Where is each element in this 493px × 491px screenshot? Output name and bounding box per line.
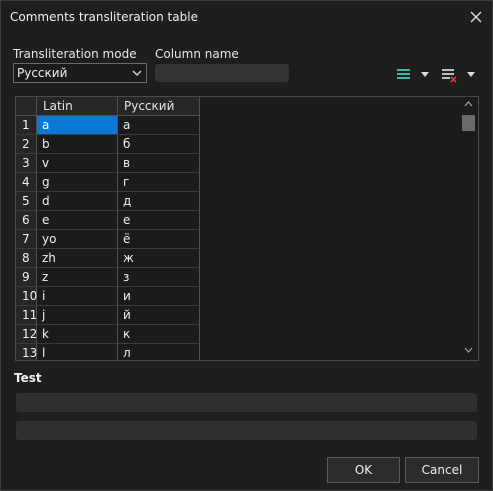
row-number[interactable]: 9 bbox=[16, 268, 37, 287]
scroll-down-icon[interactable] bbox=[464, 347, 473, 353]
column-name-label: Column name bbox=[155, 47, 239, 61]
row-number[interactable]: 6 bbox=[16, 211, 37, 230]
column-header-latin[interactable]: Latin bbox=[37, 97, 118, 116]
cell-latin[interactable]: j bbox=[37, 306, 118, 325]
cancel-button[interactable]: Cancel bbox=[405, 457, 479, 483]
table-corner bbox=[16, 97, 37, 116]
column-name-input[interactable] bbox=[155, 64, 289, 82]
cell-latin[interactable]: d bbox=[37, 192, 118, 211]
chevron-down-icon bbox=[132, 70, 142, 76]
cell-russian[interactable]: а bbox=[118, 116, 200, 135]
ok-button[interactable]: OK bbox=[327, 457, 400, 483]
row-number[interactable]: 8 bbox=[16, 249, 37, 268]
row-number[interactable]: 10 bbox=[16, 287, 37, 306]
row-number[interactable]: 5 bbox=[16, 192, 37, 211]
row-number[interactable]: 4 bbox=[16, 173, 37, 192]
row-number[interactable]: 13 bbox=[16, 344, 37, 360]
transliteration-table: Latin Русский 1 a а 2 b б 3 v в 4 g г 5 d д 6 e е 7 yo ё 8 zh ж… bbox=[15, 96, 479, 361]
cell-latin[interactable]: b bbox=[37, 135, 118, 154]
row-number[interactable]: 7 bbox=[16, 230, 37, 249]
cell-latin[interactable]: e bbox=[37, 211, 118, 230]
rows-dropdown-icon[interactable] bbox=[420, 72, 430, 78]
row-number[interactable]: 3 bbox=[16, 154, 37, 173]
cell-latin[interactable]: a bbox=[37, 116, 118, 135]
cell-latin[interactable]: l bbox=[37, 344, 118, 360]
cell-russian[interactable]: г bbox=[118, 173, 200, 192]
cell-latin[interactable]: i bbox=[37, 287, 118, 306]
cell-russian[interactable]: л bbox=[118, 344, 200, 360]
dialog-window: Comments transliteration table Translite… bbox=[0, 0, 493, 491]
row-number[interactable]: 11 bbox=[16, 306, 37, 325]
cell-russian[interactable]: ж bbox=[118, 249, 200, 268]
transliteration-mode-label: Transliteration mode bbox=[13, 47, 137, 61]
scroll-up-icon[interactable] bbox=[464, 101, 473, 107]
row-number[interactable]: 12 bbox=[16, 325, 37, 344]
title-bar: Comments transliteration table bbox=[1, 1, 492, 33]
cell-latin[interactable]: g bbox=[37, 173, 118, 192]
cell-russian[interactable]: б bbox=[118, 135, 200, 154]
column-header-russian[interactable]: Русский bbox=[118, 97, 200, 116]
test-output[interactable] bbox=[16, 421, 477, 440]
delete-rows-dropdown-icon[interactable] bbox=[466, 72, 476, 78]
test-input[interactable] bbox=[16, 393, 477, 412]
row-number[interactable]: 2 bbox=[16, 135, 37, 154]
close-icon[interactable] bbox=[466, 7, 486, 27]
scrollbar-thumb[interactable] bbox=[462, 115, 475, 131]
dialog-title: Comments transliteration table bbox=[10, 10, 198, 24]
cell-russian[interactable]: к bbox=[118, 325, 200, 344]
cell-russian[interactable]: в bbox=[118, 154, 200, 173]
vertical-scrollbar[interactable] bbox=[460, 97, 477, 360]
cell-latin[interactable]: z bbox=[37, 268, 118, 287]
cell-russian[interactable]: з bbox=[118, 268, 200, 287]
rows-icon[interactable] bbox=[396, 68, 412, 82]
cell-latin[interactable]: k bbox=[37, 325, 118, 344]
cell-latin[interactable]: zh bbox=[37, 249, 118, 268]
cell-latin[interactable]: yo bbox=[37, 230, 118, 249]
cell-russian[interactable]: е bbox=[118, 211, 200, 230]
cell-russian[interactable]: ё bbox=[118, 230, 200, 249]
row-number[interactable]: 1 bbox=[16, 116, 37, 135]
transliteration-mode-select[interactable]: Русский bbox=[13, 63, 147, 83]
cell-russian[interactable]: д bbox=[118, 192, 200, 211]
delete-rows-icon[interactable] bbox=[441, 68, 459, 84]
cell-latin[interactable]: v bbox=[37, 154, 118, 173]
cell-russian[interactable]: й bbox=[118, 306, 200, 325]
test-label: Test bbox=[14, 371, 42, 385]
cell-russian[interactable]: и bbox=[118, 287, 200, 306]
transliteration-mode-value: Русский bbox=[17, 66, 68, 80]
